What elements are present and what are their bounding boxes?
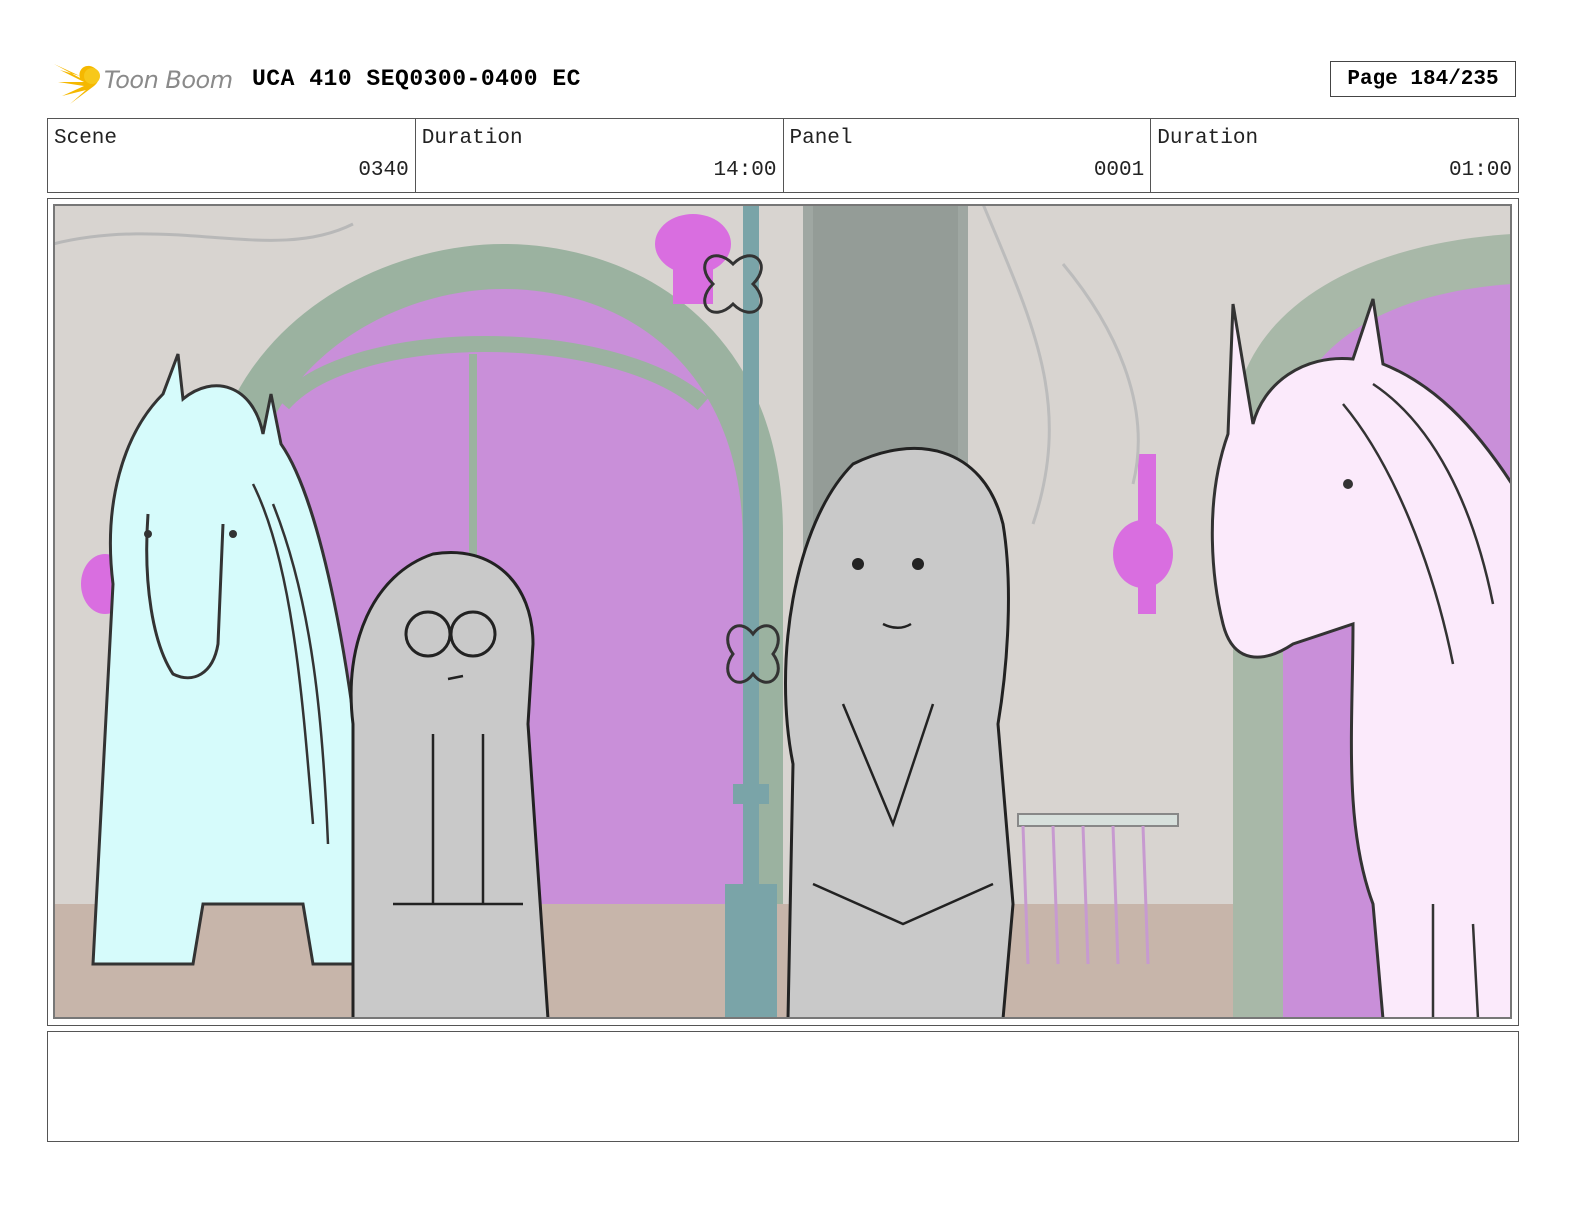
storyboard-panel: [47, 198, 1519, 1026]
logo-wordmark: Toon Boom: [104, 66, 233, 94]
panel-artwork: [53, 204, 1512, 1019]
storyboard-drawing: [53, 204, 1512, 1019]
panel-notes-box: [47, 1031, 1519, 1142]
page-number: Page 184/235: [1330, 61, 1516, 97]
scene-value: 0340: [358, 159, 409, 182]
scene-cell: Scene 0340: [48, 119, 416, 192]
document-title: UCA 410 SEQ0300-0400 EC: [252, 66, 581, 92]
panel-cell: Panel 0001: [784, 119, 1152, 192]
panel-duration-value: 01:00: [1448, 159, 1512, 182]
scene-duration-value: 14:00: [713, 159, 777, 182]
panel-label: Panel: [789, 127, 853, 150]
panel-duration-cell: Duration 01:00: [1151, 119, 1518, 192]
scene-duration-cell: Duration 14:00: [416, 119, 784, 192]
scene-duration-label: Duration: [421, 127, 523, 150]
panel-info-row: Scene 0340 Duration 14:00 Panel 0001 Dur…: [47, 118, 1519, 193]
panel-duration-label: Duration: [1157, 127, 1259, 150]
panel-value: 0001: [1093, 159, 1145, 182]
flame-logo-icon: [54, 64, 100, 104]
scene-label: Scene: [54, 127, 118, 150]
